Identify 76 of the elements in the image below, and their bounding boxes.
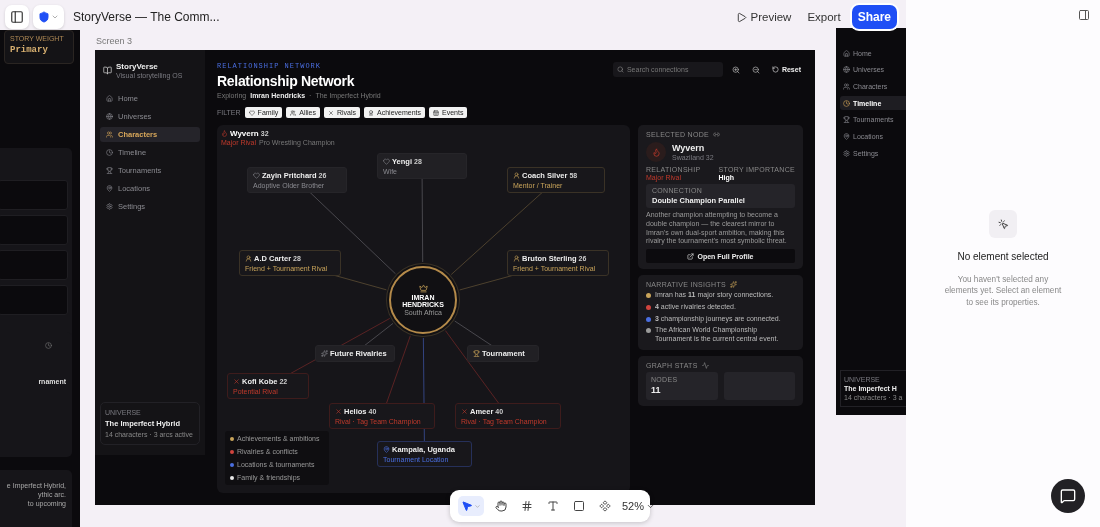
globe-icon [106, 113, 113, 120]
clock-icon [45, 342, 52, 349]
person-icon [513, 172, 520, 179]
users-icon [106, 131, 113, 138]
zoom-out-icon [752, 65, 761, 74]
empty-state-text: You haven't selected any elements yet. Select an element to see its properties. [943, 274, 1063, 309]
caret-icon [51, 13, 59, 21]
component-icon [599, 500, 611, 512]
zoom-level-button[interactable]: 52% [622, 500, 656, 512]
person-icon [245, 255, 252, 262]
node-name: Wyvern [672, 143, 706, 153]
external-link-icon [687, 252, 695, 260]
sidebar-toggle-button[interactable] [5, 5, 29, 29]
panel-toggle-button[interactable] [1078, 9, 1090, 21]
globe-icon [843, 66, 850, 74]
heart-icon [383, 158, 390, 165]
pin-icon [106, 185, 113, 192]
users-icon [843, 82, 850, 90]
flame-icon [221, 130, 228, 137]
share-button[interactable]: Share [851, 5, 897, 29]
zoom-in-icon [732, 65, 741, 74]
users-icon [290, 109, 297, 116]
cross-icon [233, 378, 240, 385]
chat-icon [1060, 488, 1076, 504]
reset-icon [771, 66, 779, 73]
search-icon [616, 66, 624, 73]
export-button[interactable]: Export [802, 8, 846, 26]
trophy-icon [843, 116, 850, 124]
home-icon [106, 95, 113, 102]
shield-icon [38, 11, 50, 23]
play-icon [736, 11, 748, 23]
clock-icon [843, 99, 850, 107]
pin-icon [843, 132, 850, 140]
pin-icon [383, 446, 390, 453]
sidebar-icon [10, 10, 24, 24]
project-menu-button[interactable] [33, 5, 64, 29]
heart-icon [253, 172, 260, 179]
rectangle-icon [573, 500, 585, 512]
gear-icon [106, 203, 113, 210]
cross-icon [335, 408, 342, 415]
clock-icon [106, 149, 113, 156]
flame-icon [651, 147, 661, 157]
trophy-icon [106, 167, 113, 174]
home-icon [843, 49, 850, 57]
activity-icon [701, 361, 709, 369]
name-text: Wyvern [230, 129, 259, 138]
chat-button[interactable] [1051, 479, 1085, 513]
award-icon [368, 109, 375, 116]
hand-icon [495, 500, 507, 512]
frame-icon [521, 500, 533, 512]
text-icon [547, 500, 559, 512]
cross-icon [327, 109, 334, 116]
stat-value: 11 [651, 384, 662, 395]
calendar-icon [433, 109, 439, 116]
book-icon [103, 66, 112, 75]
select-tool-button[interactable] [458, 496, 484, 516]
panel-icon [1078, 9, 1090, 21]
link-icon [713, 131, 721, 138]
caret-icon [474, 502, 481, 510]
page-title: Relationship Network [217, 73, 356, 89]
heart-icon [248, 109, 255, 116]
document-title: StoryVerse — The Comm... [73, 10, 220, 24]
person-icon [513, 255, 520, 262]
cross-icon [461, 408, 468, 415]
cursor-click-icon [989, 210, 1017, 238]
trophy-icon [473, 350, 480, 357]
crown-icon [418, 283, 428, 293]
frame-label[interactable]: Screen 3 [96, 36, 133, 46]
story-weight-value: Primary [10, 45, 49, 55]
brand-name: StoryVerse [116, 62, 159, 71]
sparkle-icon [321, 350, 328, 357]
gear-icon [843, 149, 850, 157]
preview-button[interactable]: Preview [731, 8, 797, 26]
sparkle-icon [729, 281, 737, 288]
pointer-icon [461, 500, 473, 512]
empty-state-title: No element selected [957, 251, 1049, 262]
